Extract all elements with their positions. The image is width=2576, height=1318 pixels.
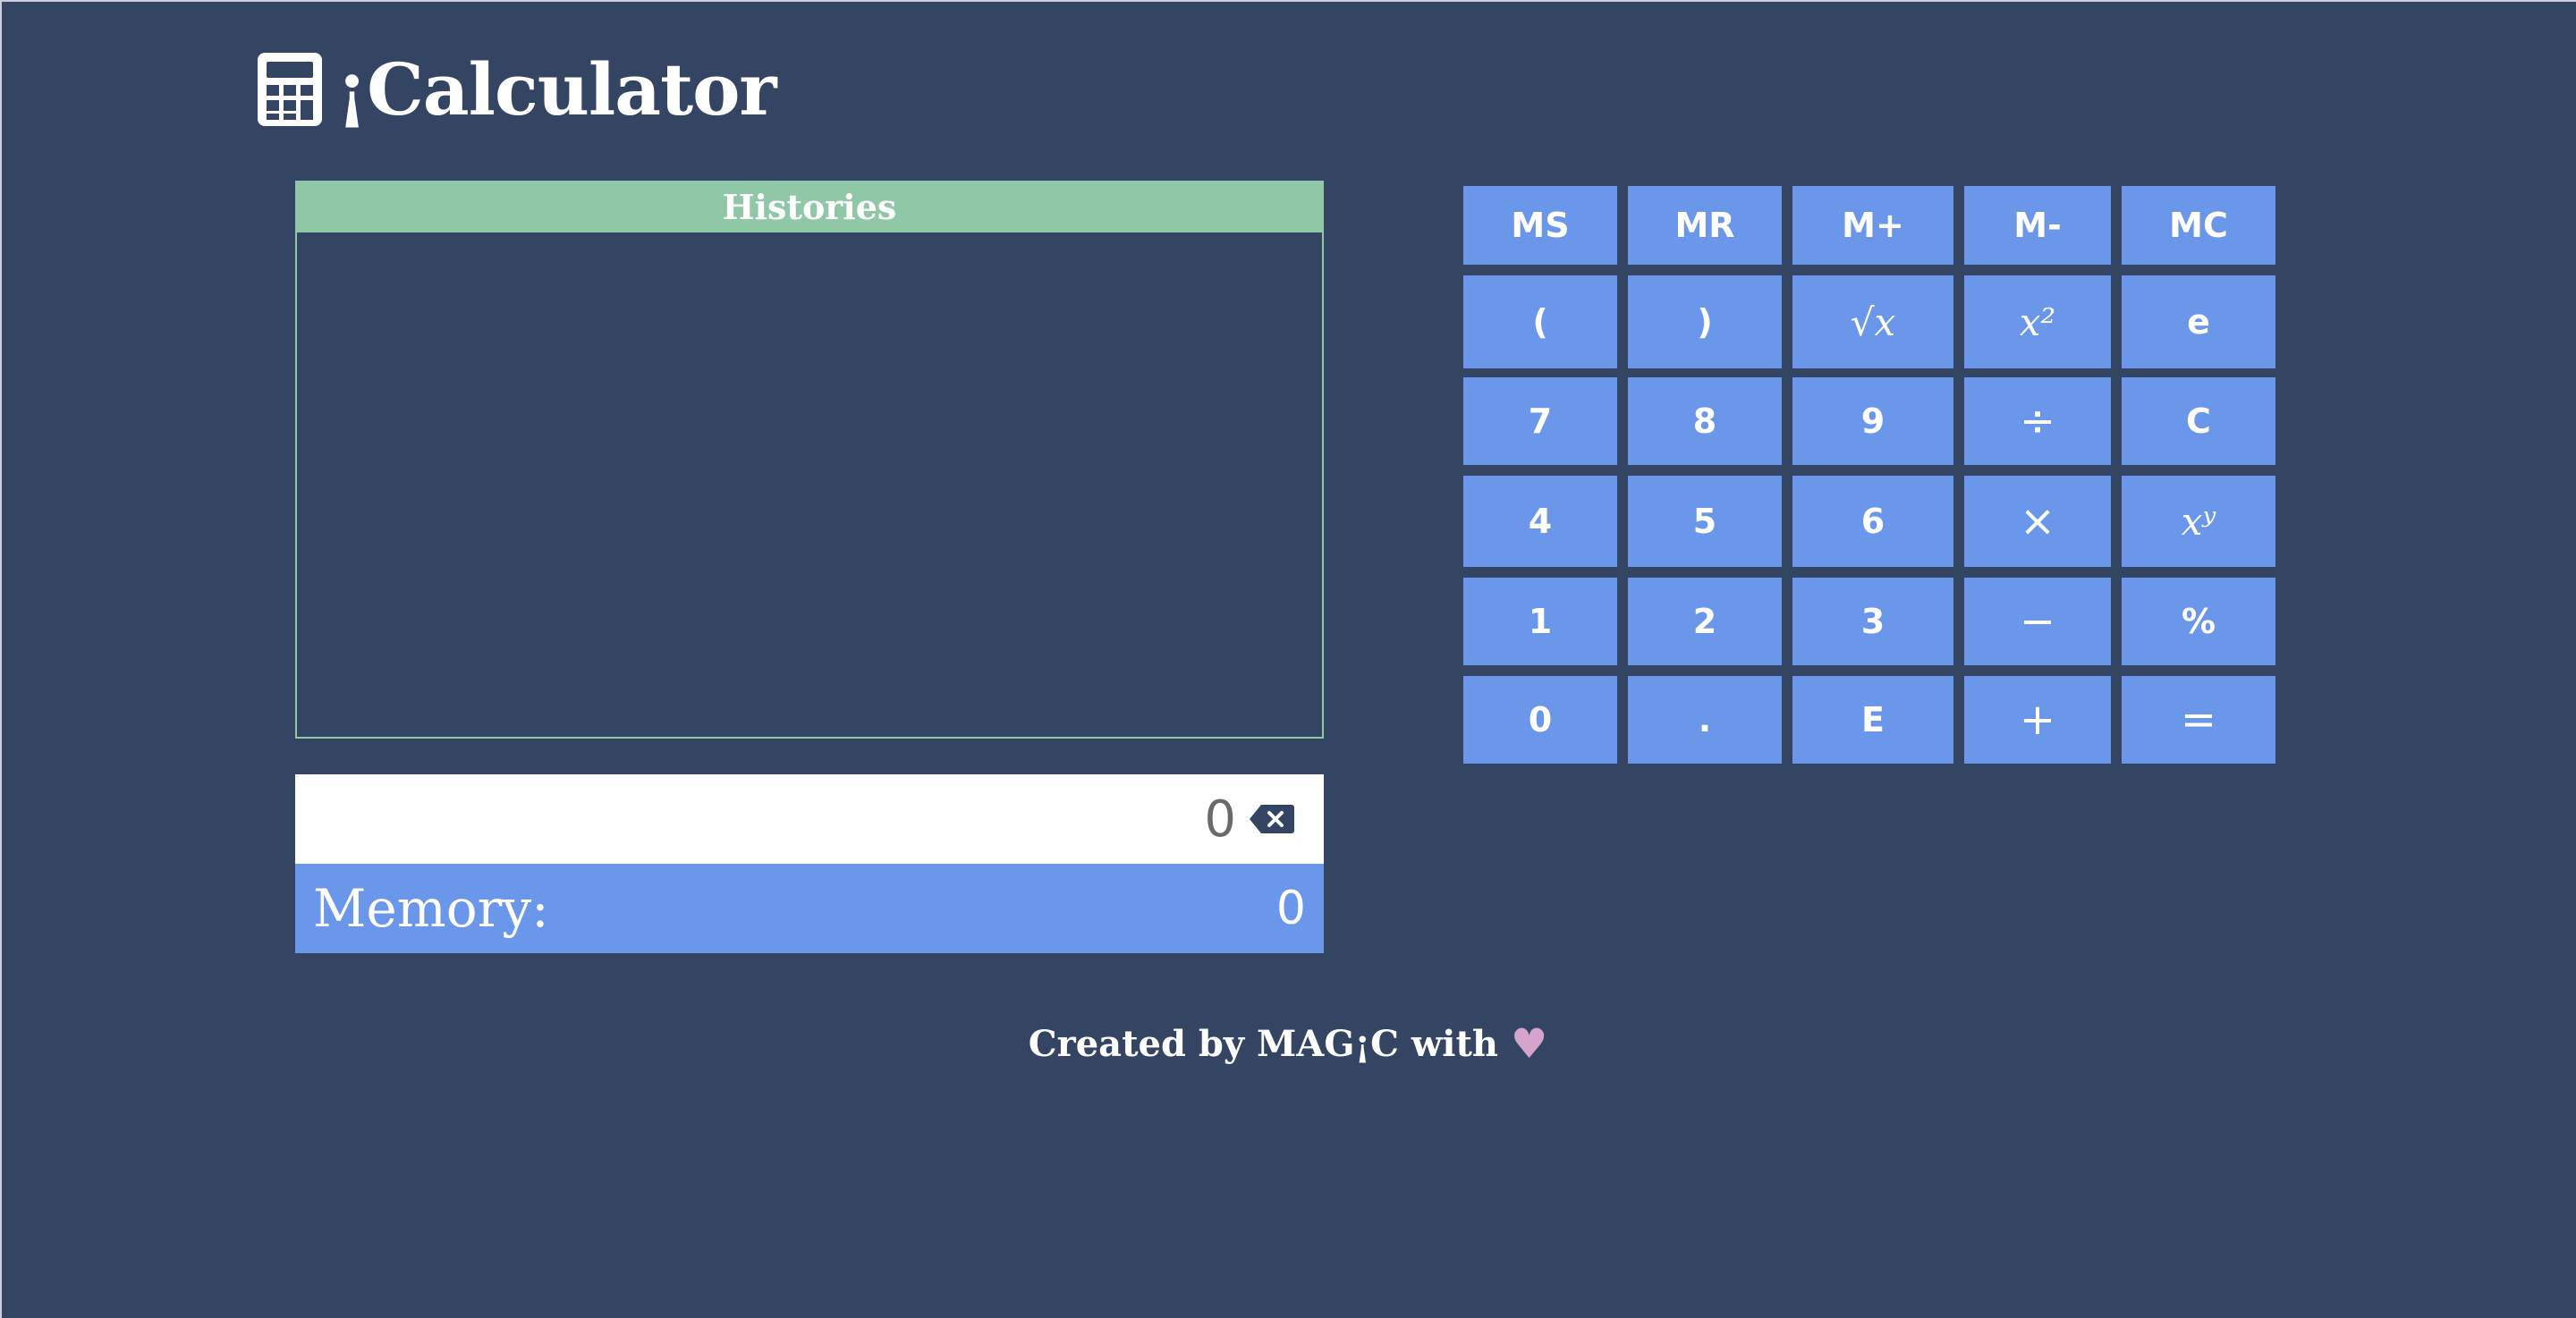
digit-9-button[interactable]: 9 bbox=[1792, 377, 1953, 465]
exponent-button[interactable]: E bbox=[1792, 676, 1953, 764]
histories-title: Histories bbox=[297, 182, 1322, 232]
digit-0-button[interactable]: 0 bbox=[1463, 676, 1617, 764]
clear-button[interactable]: C bbox=[2122, 377, 2275, 465]
subtract-button[interactable]: − bbox=[1964, 578, 2111, 665]
memory-value: 0 bbox=[1275, 882, 1306, 935]
multiply-button[interactable]: × bbox=[1964, 476, 2111, 567]
decimal-point-button[interactable]: . bbox=[1628, 676, 1782, 764]
memory-add-button[interactable]: M+ bbox=[1792, 186, 1953, 265]
memory-subtract-button[interactable]: M- bbox=[1964, 186, 2111, 265]
calculator-icon bbox=[258, 53, 322, 126]
memory-bar: Memory: 0 bbox=[295, 864, 1324, 953]
histories-list[interactable] bbox=[297, 232, 1322, 737]
euler-button[interactable]: e bbox=[2122, 275, 2275, 368]
memory-label: Memory: bbox=[313, 878, 549, 939]
memory-recall-button[interactable]: MR bbox=[1628, 186, 1782, 265]
app-header: ¡Calculator bbox=[258, 46, 777, 132]
square-root-button[interactable]: √x bbox=[1792, 275, 1953, 368]
histories-panel: Histories bbox=[295, 181, 1324, 739]
open-paren-button[interactable]: ( bbox=[1463, 275, 1617, 368]
memory-store-button[interactable]: MS bbox=[1463, 186, 1617, 265]
backspace-icon[interactable] bbox=[1249, 804, 1295, 834]
divide-button[interactable]: ÷ bbox=[1964, 377, 2111, 465]
app-title: ¡Calculator bbox=[336, 47, 777, 131]
memory-clear-button[interactable]: MC bbox=[2122, 186, 2275, 265]
footer-text: Created by MAG¡C with bbox=[1028, 1023, 1499, 1065]
digit-2-button[interactable]: 2 bbox=[1628, 578, 1782, 665]
equals-button[interactable]: = bbox=[2122, 676, 2275, 764]
digit-3-button[interactable]: 3 bbox=[1792, 578, 1953, 665]
digit-5-button[interactable]: 5 bbox=[1628, 476, 1782, 567]
window-frame-top bbox=[0, 0, 2576, 2]
digit-4-button[interactable]: 4 bbox=[1463, 476, 1617, 567]
heart-icon: ♥ bbox=[1510, 1019, 1548, 1068]
digit-8-button[interactable]: 8 bbox=[1628, 377, 1782, 465]
power-button[interactable]: xʸ bbox=[2122, 476, 2275, 567]
digit-7-button[interactable]: 7 bbox=[1463, 377, 1617, 465]
window-frame-left bbox=[0, 0, 2, 1318]
calculator-display: 0 bbox=[295, 774, 1324, 864]
digit-1-button[interactable]: 1 bbox=[1463, 578, 1617, 665]
digit-6-button[interactable]: 6 bbox=[1792, 476, 1953, 567]
close-paren-button[interactable]: ) bbox=[1628, 275, 1782, 368]
percent-button[interactable]: % bbox=[2122, 578, 2275, 665]
add-button[interactable]: + bbox=[1964, 676, 2111, 764]
footer: Created by MAG¡C with ♥ bbox=[0, 1019, 2576, 1068]
display-value: 0 bbox=[1204, 790, 1236, 849]
square-button[interactable]: x² bbox=[1964, 275, 2111, 368]
